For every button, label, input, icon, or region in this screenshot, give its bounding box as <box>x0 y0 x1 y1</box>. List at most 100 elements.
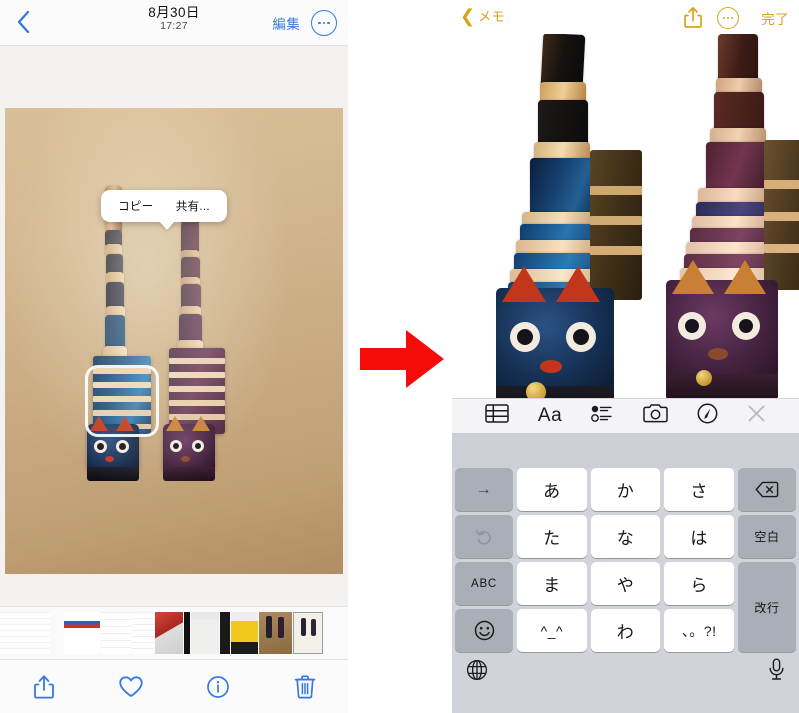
undo-icon <box>475 529 491 544</box>
back-to-notes-button[interactable]: ❮ メモ <box>460 6 505 25</box>
dot-2 <box>726 16 730 20</box>
keyboard-keys: → ABC あ か さ た な は ま や ら ^_^ わ 、。?! 空白 改行 <box>452 468 799 652</box>
key-sa[interactable]: さ <box>664 468 735 511</box>
photos-navbar: 8月30日 17:27 編集 <box>0 0 348 46</box>
more-options-button[interactable] <box>311 10 337 36</box>
space-key[interactable]: 空白 <box>738 515 796 558</box>
checklist-button[interactable] <box>591 404 613 428</box>
right-phone-notes-app: ❮ メモ 完了 Aa → ABC あ か さ た な は ま や ら ^_^ わ… <box>452 0 799 713</box>
abc-key[interactable]: ABC <box>455 562 513 605</box>
back-label: メモ <box>478 9 505 24</box>
key-ta[interactable]: た <box>517 515 587 558</box>
red-right-arrow-icon <box>360 330 444 388</box>
key-ha[interactable]: は <box>664 515 735 558</box>
backspace-key[interactable] <box>738 468 796 511</box>
key-ya[interactable]: や <box>590 562 661 605</box>
emoji-key[interactable] <box>455 609 513 652</box>
info-icon <box>206 675 229 698</box>
list-item[interactable] <box>184 612 190 654</box>
list-item[interactable] <box>155 612 183 654</box>
table-icon <box>484 404 509 423</box>
photos-toolbar <box>0 660 348 713</box>
list-item[interactable] <box>293 612 323 654</box>
camera-button[interactable] <box>642 404 668 428</box>
checklist-icon <box>591 405 613 422</box>
edit-button[interactable]: 編集 <box>272 13 300 33</box>
key-ra[interactable]: ら <box>664 562 735 605</box>
list-item[interactable] <box>132 612 154 654</box>
text-format-icon: Aa <box>537 405 563 426</box>
text-format-button[interactable]: Aa <box>538 405 562 427</box>
keyboard-row-3: ま や ら <box>517 562 735 605</box>
heart-icon <box>118 675 143 697</box>
list-item[interactable] <box>220 612 230 654</box>
favorite-button[interactable] <box>87 675 174 699</box>
key-ka[interactable]: か <box>590 468 661 511</box>
return-key[interactable]: 改行 <box>738 562 796 652</box>
share-menu-item[interactable]: 共有... <box>176 198 210 214</box>
key-na[interactable]: な <box>590 515 661 558</box>
note-body[interactable] <box>452 34 799 398</box>
share-button[interactable] <box>0 674 87 700</box>
share-note-button[interactable] <box>683 6 703 34</box>
keyboard-row-2: た な は <box>517 515 735 558</box>
list-item[interactable] <box>51 612 63 654</box>
photo-viewer[interactable]: コピー 共有... <box>0 46 348 606</box>
globe-icon <box>466 659 488 680</box>
notes-navbar: ❮ メモ 完了 <box>452 0 799 34</box>
chevron-left-icon: ❮ <box>460 5 476 26</box>
key-wa[interactable]: わ <box>590 609 661 652</box>
photo-filmstrip[interactable] <box>0 606 348 660</box>
predictive-suggestion-bar[interactable] <box>452 434 799 468</box>
photo-image <box>5 108 343 574</box>
callout-tip <box>159 221 175 230</box>
share-icon <box>33 674 54 698</box>
keyboard-left-column: → ABC <box>455 468 513 652</box>
arrow-right-icon: → <box>475 480 493 498</box>
keyboard-row-1: あ か さ <box>517 468 735 511</box>
backspace-icon <box>755 481 779 498</box>
back-button[interactable] <box>8 7 38 37</box>
kaomoji-key[interactable]: ^_^ <box>517 609 587 652</box>
list-item[interactable] <box>231 612 258 654</box>
dot-1 <box>317 21 321 25</box>
cat-shadow-left <box>5 108 125 134</box>
table-button[interactable] <box>484 404 509 428</box>
list-item[interactable] <box>191 612 219 654</box>
key-a[interactable]: あ <box>517 468 587 511</box>
close-keyboard-button[interactable] <box>747 404 766 428</box>
key-ma[interactable]: ま <box>517 562 587 605</box>
markup-button[interactable] <box>697 403 718 429</box>
done-button[interactable]: 完了 <box>761 8 789 28</box>
copy-menu-item[interactable]: コピー <box>118 198 153 214</box>
keyboard-bottom-bar <box>452 652 799 692</box>
screenshot-stage: 8月30日 17:27 編集 コピー 共有... ❮ メモ 完了 Aa → AB… <box>0 0 799 713</box>
share-icon <box>684 7 702 28</box>
info-button[interactable] <box>174 675 261 699</box>
wooden-cat-figurine-blue <box>83 186 165 486</box>
cursor-right-key[interactable]: → <box>455 468 513 511</box>
delete-button[interactable] <box>261 674 348 699</box>
copy-share-callout: コピー 共有... <box>101 190 227 230</box>
keyboard-kana-columns: あ か さ た な は ま や ら ^_^ わ 、。?! <box>517 468 735 652</box>
wooden-cat-figurine-purple <box>155 192 239 482</box>
dot-3 <box>327 21 331 25</box>
list-item[interactable] <box>259 612 292 654</box>
microphone-icon <box>769 658 784 680</box>
dot-2 <box>322 21 326 25</box>
japanese-keyboard: Aa → ABC あ か さ た な は ま や ら ^_^ わ 、。?! 空白… <box>452 398 799 713</box>
keyboard-right-column: 空白 改行 <box>738 468 796 652</box>
switch-keyboard-button[interactable] <box>466 659 488 686</box>
list-item[interactable] <box>0 612 50 654</box>
chevron-left-icon <box>17 11 29 33</box>
list-item[interactable] <box>101 612 131 654</box>
note-more-options-button[interactable] <box>717 7 739 29</box>
close-icon <box>748 405 765 422</box>
punctuation-key[interactable]: 、。?! <box>664 609 735 652</box>
list-item[interactable] <box>64 612 100 654</box>
cat-shadow-right <box>5 134 125 158</box>
dot-1 <box>722 16 725 20</box>
red-right-arrow <box>358 326 446 392</box>
undo-key[interactable] <box>455 515 513 558</box>
dictation-button[interactable] <box>768 658 785 686</box>
